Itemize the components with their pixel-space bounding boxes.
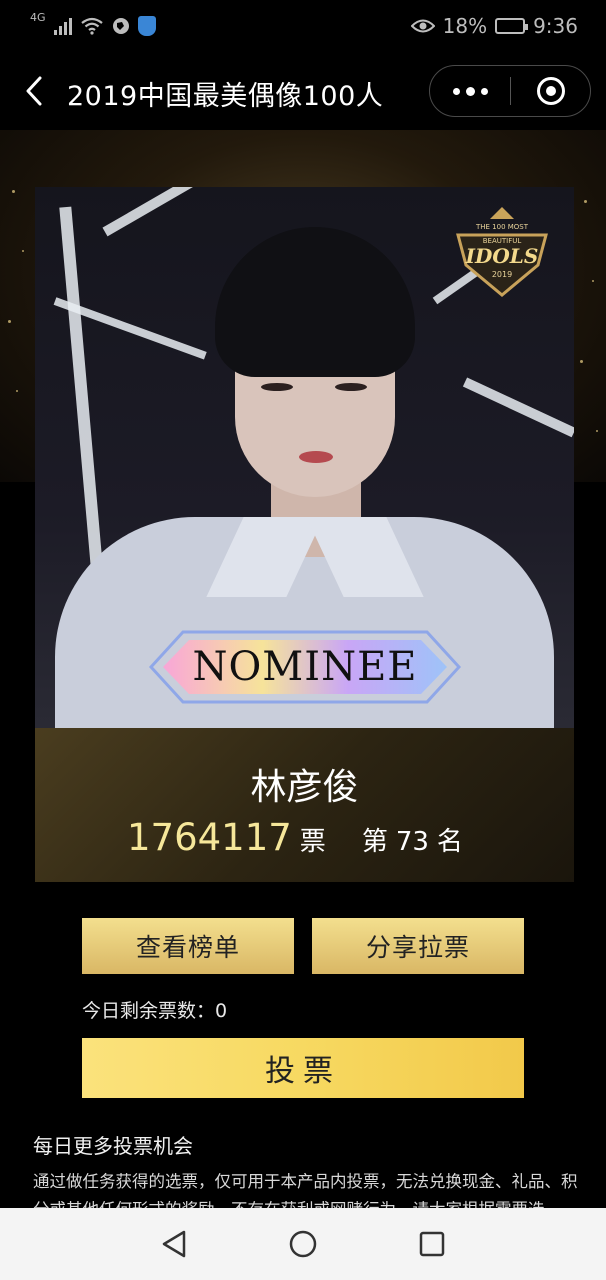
clock: 9:36 (533, 14, 578, 38)
photo-hair (215, 227, 415, 377)
battery-percent: 18% (442, 14, 488, 38)
wifi-icon (80, 17, 103, 35)
vote-button[interactable]: 投票 (82, 1038, 524, 1098)
recent-apps-square-icon[interactable] (412, 1224, 452, 1264)
remaining-votes-text: 今日剩余票数：0 (82, 1000, 228, 1022)
badge-line-4: 2019 (492, 270, 512, 279)
view-ranking-button[interactable]: 查看榜单 (82, 918, 294, 974)
more-chances-title: 每日更多投票机会 (33, 1134, 193, 1158)
share-vote-button[interactable]: 分享拉票 (312, 918, 524, 974)
chevron-left-icon[interactable] (18, 72, 52, 110)
vote-count: 1764117 (127, 816, 292, 859)
candidate-name: 林彦俊 (250, 767, 359, 808)
status-left: 4G (30, 11, 156, 36)
badge-line-1: THE 100 MOST (475, 223, 529, 231)
idols-2019-badge: THE 100 MOST BEAUTIFUL IDOLS 2019 (456, 207, 548, 297)
network-type: 4G (30, 11, 46, 24)
nominee-label: NOMINEE (192, 644, 418, 690)
system-nav-bar (0, 1208, 606, 1280)
nominee-photo: THE 100 MOST BEAUTIFUL IDOLS 2019 NOMINE… (35, 187, 574, 728)
mini-program-nav-bar: 2019中国最美偶像100人 (0, 52, 606, 130)
photo-lips (299, 451, 333, 463)
home-circle-icon[interactable] (283, 1224, 323, 1264)
back-triangle-icon[interactable] (154, 1224, 194, 1264)
rank-suffix: 名 (436, 827, 463, 857)
eye-icon (410, 19, 435, 33)
more-chances-description: 通过做任务获得的选票，仅可用于本产品内投票，无法兑换现金、礼品、积分或其他任何形… (33, 1172, 578, 1210)
nominee-ribbon: NOMINEE (148, 630, 462, 704)
rank-prefix: 第 (361, 827, 388, 857)
battery-icon (495, 18, 529, 34)
capsule-menu (429, 65, 591, 117)
page-title: 2019中国最美偶像100人 (67, 81, 384, 112)
status-right: 18% 9:36 (410, 14, 578, 38)
votes-row: 1764117 票 第 73 名 (127, 816, 463, 859)
candidate-info: 林彦俊 1764117 票 第 73 名 (35, 728, 574, 882)
badge-line-3: IDOLS (465, 244, 539, 268)
more-dots-icon[interactable] (430, 66, 510, 116)
signal-icon (53, 17, 72, 35)
globe-icon (112, 18, 129, 34)
close-mini-program-button[interactable] (511, 66, 590, 116)
rank-number: 73 (395, 827, 429, 857)
status-bar: 4G 18% 9:36 (0, 0, 606, 52)
target-circle-icon (536, 77, 565, 105)
vote-unit: 票 (299, 827, 326, 857)
shield-icon (137, 16, 156, 36)
